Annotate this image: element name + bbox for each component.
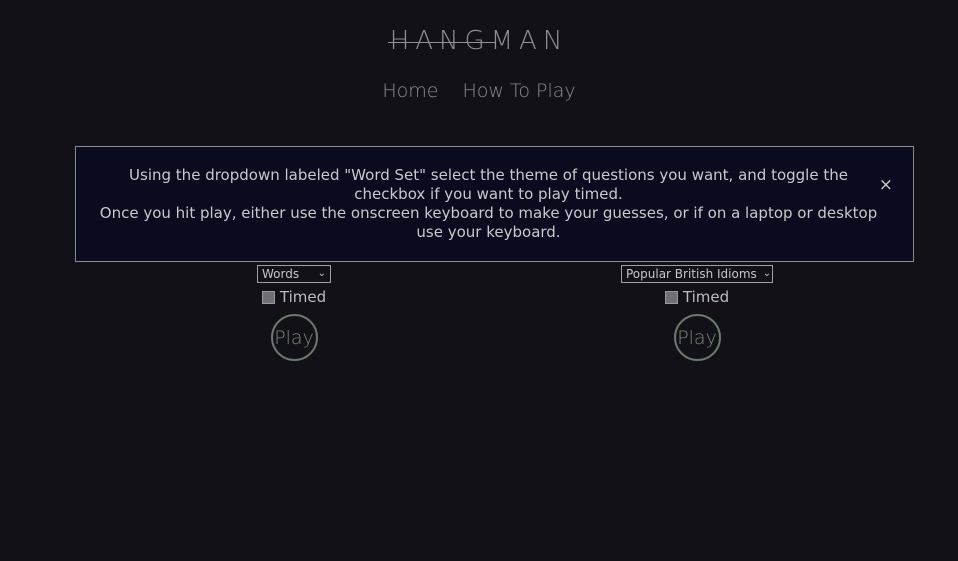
- instructions-line-1: Using the dropdown labeled "Word Set" se…: [129, 166, 848, 203]
- timed-toggle: Timed: [261, 288, 327, 306]
- instructions-banner: Using the dropdown labeled "Word Set" se…: [75, 146, 914, 262]
- word-set-selected-value: Words: [262, 267, 300, 281]
- instructions-line-2: Once you hit play, either use the onscre…: [99, 204, 878, 241]
- main-nav: Home How To Play: [0, 80, 958, 102]
- game-setup-idioms: Popular British Idioms ⌄ Timed Play: [621, 265, 773, 361]
- word-set-select[interactable]: Popular British Idioms ⌄: [621, 265, 773, 283]
- word-set-selected-value: Popular British Idioms: [626, 267, 757, 281]
- title-struck-part: HANG: [387, 26, 495, 56]
- game-setup-words: Words ⌄ Timed Play: [257, 265, 331, 361]
- word-set-select[interactable]: Words ⌄: [257, 265, 331, 283]
- nav-home-link[interactable]: Home: [382, 80, 438, 102]
- timed-toggle: Timed: [664, 288, 730, 306]
- page-title: HANGMAN: [0, 26, 958, 56]
- play-button[interactable]: Play: [270, 314, 318, 361]
- nav-how-to-play-link[interactable]: How To Play: [463, 80, 576, 102]
- play-button[interactable]: Play: [673, 314, 721, 361]
- close-icon[interactable]: ×: [879, 175, 893, 195]
- chevron-down-icon: ⌄: [762, 268, 772, 279]
- chevron-down-icon: ⌄: [317, 268, 326, 279]
- timed-checkbox[interactable]: [664, 290, 678, 304]
- timed-label: Timed: [682, 288, 730, 306]
- instructions-text: Using the dropdown labeled "Word Set" se…: [94, 166, 883, 242]
- timed-label: Timed: [279, 288, 327, 306]
- timed-checkbox[interactable]: [261, 290, 275, 304]
- title-rest-part: MAN: [490, 26, 569, 56]
